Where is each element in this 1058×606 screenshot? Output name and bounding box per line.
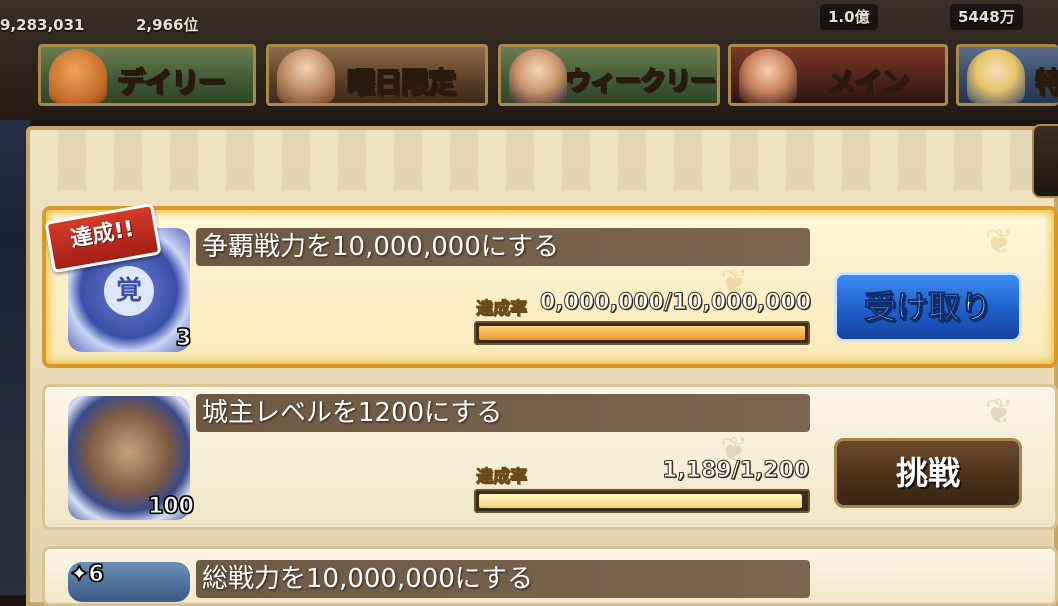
dragon-ornament-icon: ❦ (985, 392, 1014, 432)
tab-label: デイリー (116, 65, 227, 100)
close-side-button[interactable] (1032, 124, 1058, 198)
rank-value: 2,966位 (136, 16, 199, 34)
swordsman-portrait-icon (277, 49, 335, 103)
challenge-button[interactable]: 挑戦 (834, 438, 1022, 508)
panel-pattern (30, 130, 1054, 190)
reward-count-value: 6 (88, 562, 104, 588)
progress-fill (479, 494, 802, 508)
mid-value: 1.0億 (820, 4, 878, 30)
mission-title: 争覇戦力を10,000,000にする (196, 228, 810, 266)
tab-weekly[interactable]: ウィークリー (498, 44, 720, 106)
tab-weekday-limited[interactable]: 曜日限定 (266, 44, 488, 106)
reward-count: 100 (148, 494, 195, 520)
tab-label: メイン (826, 65, 910, 100)
receive-button[interactable]: 受け取り (834, 272, 1022, 342)
mission-title: 総戦力を10,000,000にする (196, 560, 810, 598)
reward-count: 3 (175, 326, 192, 352)
top-left-value: 9,283,031 (0, 16, 85, 34)
progress-bar (474, 489, 810, 513)
warrior-portrait-icon (739, 49, 797, 103)
progress-fill (479, 326, 805, 340)
dragon-ornament-icon: ❦ (985, 222, 1014, 262)
progress-text: 0,000,000/10,000,000 (539, 290, 812, 316)
tab-label: 特 (1034, 61, 1058, 101)
reward-glyph: 覚 (104, 266, 154, 316)
right-value: 5448万 (950, 4, 1023, 30)
reward-count: ✦6 (70, 562, 105, 588)
hero-portrait-icon (509, 49, 567, 103)
tab-daily[interactable]: デイリー (38, 44, 256, 106)
tab-special[interactable]: 特 (956, 44, 1058, 106)
tab-label: 曜日限定 (346, 65, 457, 100)
progress-text: 1,189/1,200 (661, 458, 810, 484)
rate-label: 達成率 (476, 467, 528, 488)
mission-title: 城主レベルを1200にする (196, 394, 810, 432)
tab-main[interactable]: メイン (728, 44, 948, 106)
rate-label: 達成率 (476, 299, 528, 320)
egg-mascot-icon (49, 49, 107, 103)
blonde-portrait-icon (967, 49, 1025, 103)
progress-bar (474, 321, 810, 345)
tab-label: ウィークリー (564, 66, 717, 98)
